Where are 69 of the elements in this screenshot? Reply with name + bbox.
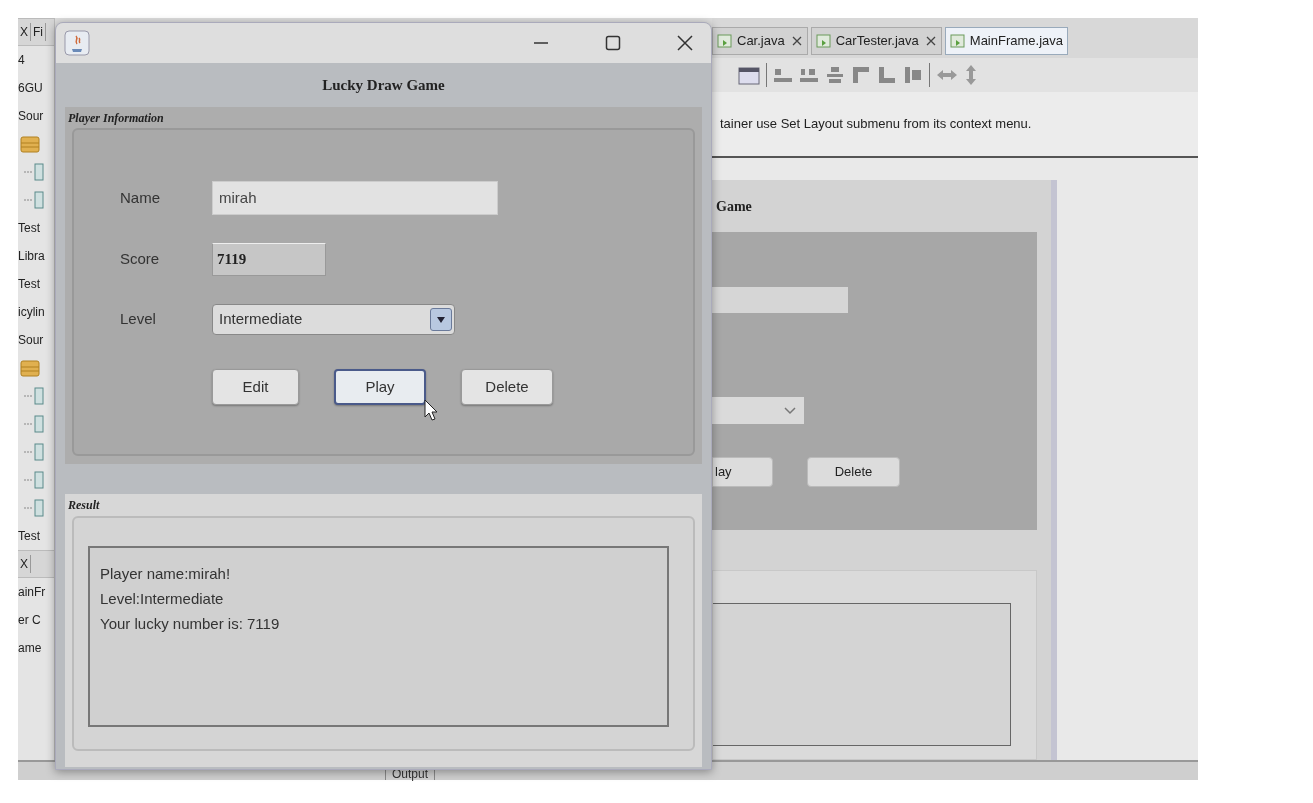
result-line: Your lucky number is: 7119 [100,614,281,634]
dropdown-arrow-icon [436,315,446,324]
package-icon [20,135,40,153]
level-dropdown[interactable]: Intermediate [212,304,455,335]
name-field[interactable]: mirah [212,181,498,215]
mouse-cursor-icon [424,399,438,421]
align-icon [903,65,923,85]
tree-label[interactable]: Libra [18,247,45,265]
tree-label[interactable]: Test [18,527,40,545]
tree-connector-icon [24,171,32,173]
java-file-icon [815,33,832,49]
form-title: Game [715,197,752,216]
maximize-icon[interactable] [605,35,621,51]
tree-label[interactable]: Test [18,275,40,293]
result-line: Level:Intermediate [100,589,225,609]
align-icon [877,65,897,85]
file-icon [34,415,44,433]
game-title: Lucky Draw Game [322,75,445,95]
tree-label[interactable]: ame [18,639,42,657]
hint-text: tainer use Set Layout submenu from its context menu. [719,115,1032,134]
tree-connector-icon [24,507,32,509]
tree-connector-icon [24,395,32,397]
window-icon [738,65,760,85]
java-file-icon [949,33,966,49]
field-label: Score [120,249,161,270]
tree-connector-icon [24,479,32,481]
section-title: Player Information [68,109,164,127]
result-line: Player name:mirah! [100,564,232,584]
tree-connector-icon [24,451,32,453]
vertical-resize-icon [964,64,978,86]
file-icon [34,191,44,209]
tree-label[interactable]: Test [18,219,40,237]
editor-tab[interactable]: Car.java [712,27,808,55]
align-icon [825,65,845,85]
tree-label[interactable]: Sour [18,331,44,349]
tree-connector-icon [24,423,32,425]
tree-label[interactable]: ainFr [18,583,46,601]
tree-label[interactable]: Sour [18,107,44,125]
file-icon [34,387,44,405]
file-icon [34,163,44,181]
close-icon[interactable] [677,35,693,51]
preview-button[interactable]: lay [712,457,773,487]
java-app-icon [64,30,90,56]
action-button[interactable]: Play [334,369,426,405]
tree-label[interactable]: icylin [18,303,45,321]
score-field: 7119 [212,243,326,276]
horizontal-resize-icon [936,68,958,82]
tree-label[interactable]: er C [18,611,41,629]
result-text-area[interactable]: Player name:mirah! Level:Intermediate Your lucky number is: 7119 [88,546,669,727]
file-icon [34,471,44,489]
editor-tab[interactable]: CarTester.java [810,27,942,55]
tree-label[interactable]: 6GU [18,79,43,97]
action-button[interactable]: Edit [212,369,299,405]
preview-button[interactable]: Delete [807,457,900,487]
panel-tab[interactable]: X [18,23,31,41]
panel-tab[interactable]: Fi [31,23,46,41]
editor-tab[interactable]: MainFrame.java [944,27,1068,55]
tree-connector-icon [24,199,32,201]
file-icon [34,443,44,461]
field-label: Level [120,309,157,330]
java-file-icon [717,33,733,49]
tree-label[interactable]: 4 [18,51,25,69]
field-label: Name [120,187,161,208]
section-title: Result [68,497,100,514]
align-icon [851,65,871,85]
package-icon [20,359,40,377]
action-button[interactable]: Delete [461,369,553,405]
chevron-icon [784,406,796,415]
file-icon [34,499,44,517]
